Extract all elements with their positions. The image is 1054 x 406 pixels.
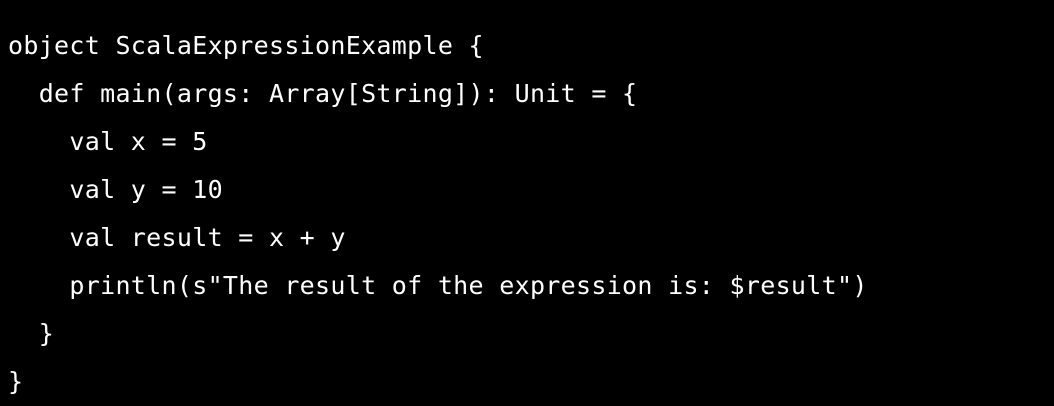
code-block: object ScalaExpressionExample { def main… (0, 0, 1054, 406)
code-line-val-result: val result = x + y (8, 223, 346, 252)
code-line-close-main: } (8, 319, 55, 348)
code-line-object-decl: object ScalaExpressionExample { (8, 31, 484, 60)
code-line-close-object: } (8, 367, 24, 396)
code-line-main-def: def main(args: Array[String]): Unit = { (8, 79, 638, 108)
code-line-val-y: val y = 10 (8, 175, 223, 204)
code-line-val-x: val x = 5 (8, 127, 208, 156)
code-line-println: println(s"The result of the expression i… (8, 271, 868, 300)
